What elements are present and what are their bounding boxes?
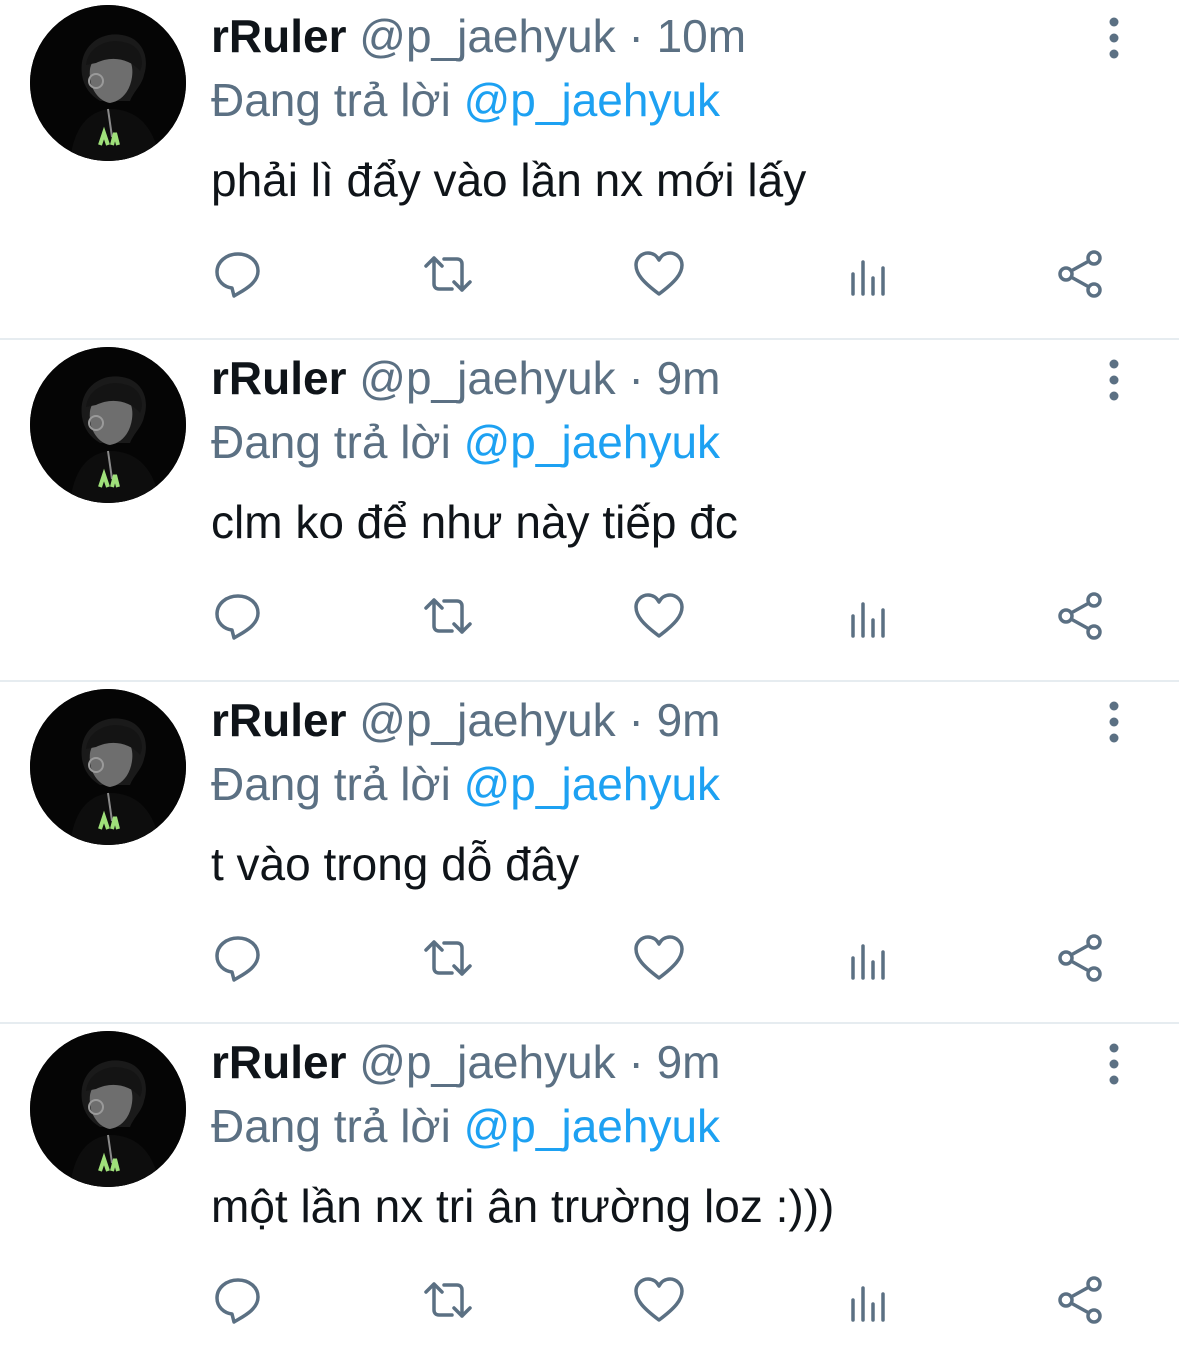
user-handle[interactable]: @p_jaehyuk <box>359 1036 615 1088</box>
share-icon[interactable] <box>1052 930 1108 986</box>
share-icon[interactable] <box>1052 246 1108 302</box>
avatar[interactable] <box>30 347 186 503</box>
timestamp[interactable]: 9m <box>657 694 721 746</box>
display-name[interactable]: rRuler <box>211 352 346 404</box>
reply-context: Đang trả lời @p_jaehyuk <box>211 414 720 470</box>
tweet-text: một lần nx tri ân trường loz :))) <box>211 1180 835 1232</box>
retweet-icon[interactable] <box>420 1272 476 1328</box>
tweet-header: rRuler @p_jaehyuk · 9m <box>211 1034 720 1090</box>
analytics-icon[interactable] <box>841 588 897 644</box>
separator: · <box>628 352 644 404</box>
timestamp[interactable]: 10m <box>657 10 746 62</box>
tweet[interactable]: rRuler @p_jaehyuk · 9m Đang trả lời @p_j… <box>0 684 1179 1024</box>
more-icon[interactable] <box>1094 14 1134 62</box>
tweet[interactable]: rRuler @p_jaehyuk · 10m Đang trả lời @p_… <box>0 0 1179 340</box>
tweet-text: clm ko để như này tiếp đc <box>211 496 738 548</box>
more-icon[interactable] <box>1094 698 1134 746</box>
timestamp[interactable]: 9m <box>657 352 721 404</box>
separator: · <box>628 1036 644 1088</box>
action-bar <box>0 588 1179 644</box>
user-handle[interactable]: @p_jaehyuk <box>359 10 615 62</box>
user-handle[interactable]: @p_jaehyuk <box>359 352 615 404</box>
like-icon[interactable] <box>631 930 687 986</box>
like-icon[interactable] <box>631 246 687 302</box>
retweet-icon[interactable] <box>420 246 476 302</box>
reply-mention[interactable]: @p_jaehyuk <box>464 1100 720 1152</box>
tweet-header: rRuler @p_jaehyuk · 9m <box>211 350 720 406</box>
action-bar <box>0 930 1179 986</box>
action-bar <box>0 1272 1179 1328</box>
reply-prefix: Đang trả lời <box>211 758 451 810</box>
reply-prefix: Đang trả lời <box>211 416 451 468</box>
share-icon[interactable] <box>1052 1272 1108 1328</box>
tweet[interactable]: rRuler @p_jaehyuk · 9m Đang trả lời @p_j… <box>0 1026 1179 1366</box>
reply-icon[interactable] <box>210 930 266 986</box>
retweet-icon[interactable] <box>420 930 476 986</box>
reply-icon[interactable] <box>210 1272 266 1328</box>
reply-icon[interactable] <box>210 246 266 302</box>
avatar[interactable] <box>30 1031 186 1187</box>
reply-prefix: Đang trả lời <box>211 1100 451 1152</box>
retweet-icon[interactable] <box>420 588 476 644</box>
separator: · <box>628 10 644 62</box>
more-icon[interactable] <box>1094 356 1134 404</box>
reply-mention[interactable]: @p_jaehyuk <box>464 74 720 126</box>
analytics-icon[interactable] <box>841 930 897 986</box>
tweet-text: phải lì đẩy vào lần nx mới lấy <box>211 154 807 206</box>
reply-context: Đang trả lời @p_jaehyuk <box>211 756 720 812</box>
reply-context: Đang trả lời @p_jaehyuk <box>211 1098 720 1154</box>
user-handle[interactable]: @p_jaehyuk <box>359 694 615 746</box>
tweet-header: rRuler @p_jaehyuk · 10m <box>211 8 746 64</box>
display-name[interactable]: rRuler <box>211 1036 346 1088</box>
reply-mention[interactable]: @p_jaehyuk <box>464 758 720 810</box>
reply-mention[interactable]: @p_jaehyuk <box>464 416 720 468</box>
reply-prefix: Đang trả lời <box>211 74 451 126</box>
separator: · <box>628 694 644 746</box>
action-bar <box>0 246 1179 302</box>
divider <box>0 680 1179 682</box>
divider <box>0 1022 1179 1024</box>
reply-context: Đang trả lời @p_jaehyuk <box>211 72 720 128</box>
analytics-icon[interactable] <box>841 246 897 302</box>
tweet-text: t vào trong dỗ đây <box>211 838 580 890</box>
like-icon[interactable] <box>631 588 687 644</box>
analytics-icon[interactable] <box>841 1272 897 1328</box>
like-icon[interactable] <box>631 1272 687 1328</box>
reply-icon[interactable] <box>210 588 266 644</box>
display-name[interactable]: rRuler <box>211 10 346 62</box>
share-icon[interactable] <box>1052 588 1108 644</box>
more-icon[interactable] <box>1094 1040 1134 1088</box>
display-name[interactable]: rRuler <box>211 694 346 746</box>
avatar[interactable] <box>30 689 186 845</box>
avatar[interactable] <box>30 5 186 161</box>
timeline: rRuler @p_jaehyuk · 10m Đang trả lời @p_… <box>0 0 1179 1349</box>
timestamp[interactable]: 9m <box>657 1036 721 1088</box>
tweet-header: rRuler @p_jaehyuk · 9m <box>211 692 720 748</box>
tweet[interactable]: rRuler @p_jaehyuk · 9m Đang trả lời @p_j… <box>0 342 1179 682</box>
divider <box>0 338 1179 340</box>
